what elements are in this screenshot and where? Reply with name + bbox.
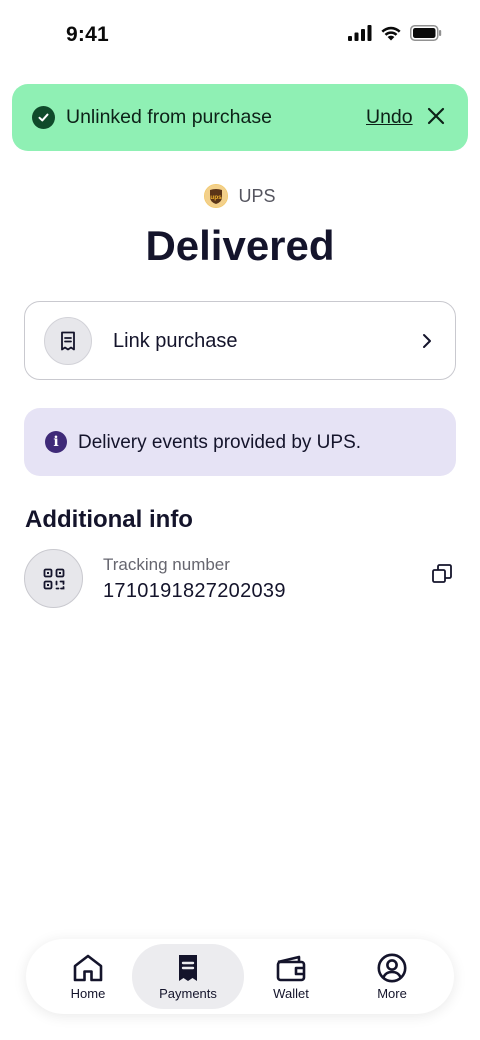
undo-button[interactable]: Undo bbox=[366, 106, 413, 129]
chevron-right-icon bbox=[423, 334, 431, 348]
info-banner: i Delivery events provided by UPS. bbox=[24, 408, 456, 476]
tab-home-label: Home bbox=[70, 986, 106, 1001]
delivery-status-title: Delivered bbox=[145, 222, 335, 269]
payments-icon bbox=[179, 955, 197, 981]
tracking-number-label: Tracking number bbox=[103, 555, 230, 574]
info-icon: i bbox=[45, 431, 67, 453]
wallet-icon bbox=[276, 955, 306, 982]
qr-code-icon bbox=[24, 549, 83, 608]
copy-icon[interactable] bbox=[430, 562, 454, 586]
bottom-tab-bar: Home Payments Wallet More bbox=[26, 939, 454, 1014]
carrier-header: ups UPS bbox=[0, 184, 480, 208]
link-purchase-label: Link purchase bbox=[113, 330, 238, 352]
tracking-number-value: 1710191827202039 bbox=[103, 580, 286, 602]
additional-info-title: Additional info bbox=[25, 506, 193, 533]
battery-icon bbox=[410, 25, 442, 41]
link-purchase-button[interactable]: Link purchase bbox=[24, 301, 456, 380]
tracking-number-row: Tracking number 1710191827202039 bbox=[24, 548, 456, 610]
home-icon bbox=[73, 954, 103, 982]
toast-message: Unlinked from purchase bbox=[66, 106, 272, 128]
info-banner-text: Delivery events provided by UPS. bbox=[78, 432, 362, 453]
carrier-name: UPS bbox=[238, 185, 276, 206]
cellular-signal-icon bbox=[348, 25, 372, 41]
tab-wallet-label: Wallet bbox=[273, 986, 309, 1001]
receipt-icon bbox=[44, 317, 92, 365]
unlinked-toast: Unlinked from purchase Undo bbox=[12, 84, 468, 151]
ups-logo: ups bbox=[204, 184, 229, 208]
tab-payments-label: Payments bbox=[159, 986, 217, 1001]
tab-more-label: More bbox=[377, 986, 407, 1001]
profile-icon bbox=[377, 953, 407, 983]
tab-payments[interactable]: Payments bbox=[132, 944, 244, 1009]
status-icons bbox=[348, 25, 442, 41]
status-bar: 9:41 bbox=[0, 0, 480, 72]
tab-home[interactable]: Home bbox=[32, 944, 144, 1009]
tab-wallet[interactable]: Wallet bbox=[235, 944, 347, 1009]
tab-more[interactable]: More bbox=[336, 944, 448, 1009]
svg-text:ups: ups bbox=[211, 194, 223, 201]
wifi-icon bbox=[381, 26, 401, 41]
close-icon[interactable] bbox=[424, 104, 448, 128]
status-time: 9:41 bbox=[66, 23, 109, 46]
checkmark-icon bbox=[32, 106, 55, 129]
